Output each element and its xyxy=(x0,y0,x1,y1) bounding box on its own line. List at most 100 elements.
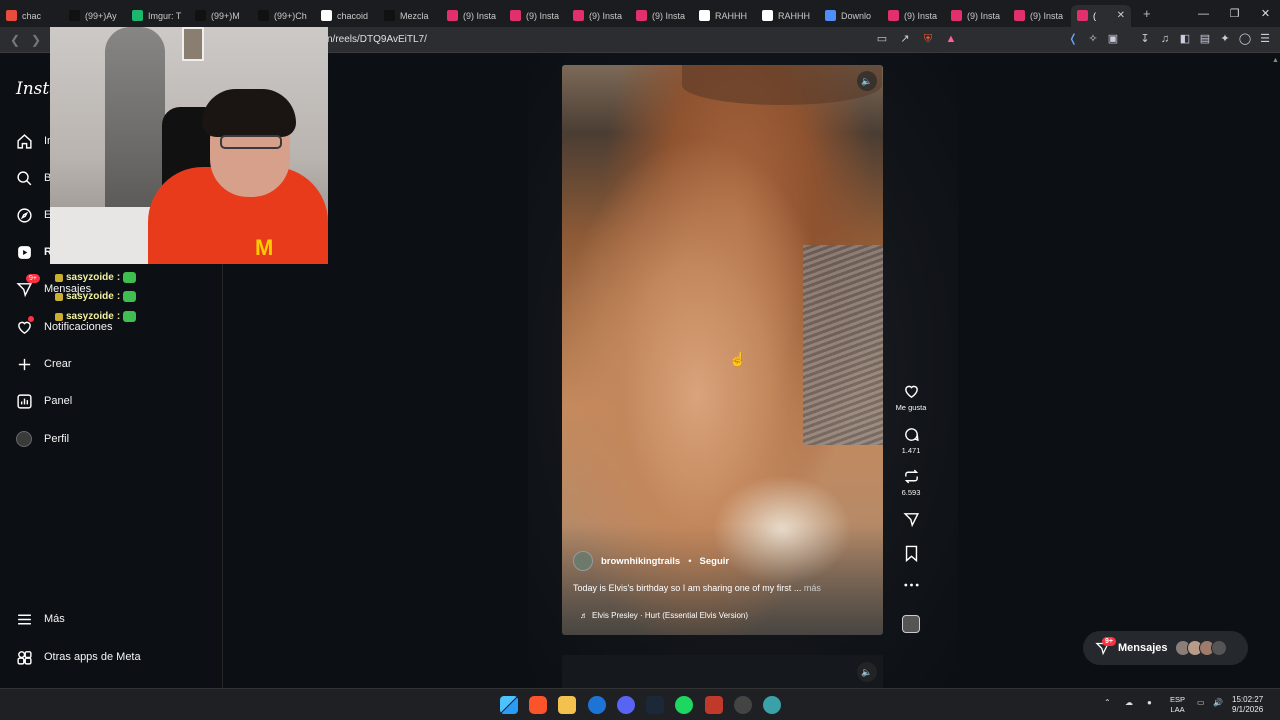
brave-icon[interactable] xyxy=(529,696,547,714)
browser-tab[interactable]: Mezcla xyxy=(378,5,441,27)
close-tab-icon[interactable]: ✕ xyxy=(1117,10,1125,21)
browser-tab[interactable]: (9) Insta xyxy=(504,5,567,27)
sidebar-item-explore[interactable]: E xyxy=(15,206,51,224)
save-button[interactable] xyxy=(890,545,932,562)
download-icon[interactable]: ↧ xyxy=(1138,32,1152,46)
recording-app-icon[interactable] xyxy=(705,696,723,714)
browser-tab[interactable]: (9) Insta xyxy=(882,5,945,27)
more-options-button[interactable] xyxy=(890,581,932,589)
browser-tab[interactable]: (99+)M xyxy=(189,5,252,27)
vpn-icon[interactable]: ◯ xyxy=(1238,32,1252,46)
browser-tab[interactable]: (9) Insta xyxy=(441,5,504,27)
messages-badge: 9+ xyxy=(26,274,40,283)
music-note-icon: ♬ xyxy=(580,611,588,620)
follow-button[interactable]: Seguir xyxy=(700,556,730,567)
volume-tray-icon[interactable]: 🔊 xyxy=(1213,698,1223,707)
restore-button[interactable]: ❐ xyxy=(1219,0,1250,27)
reel-author-row: brownhikingtrails • Seguir xyxy=(573,551,729,571)
tab-label: chacoid xyxy=(337,10,369,21)
search-icon xyxy=(15,169,33,187)
page-scrollbar[interactable]: ▲ xyxy=(1270,53,1280,688)
music-icon[interactable]: ♫ xyxy=(1158,32,1172,46)
mute-icon[interactable]: 🔈 xyxy=(857,71,877,91)
author-avatar[interactable] xyxy=(573,551,593,571)
author-name[interactable]: brownhikingtrails xyxy=(601,556,680,567)
reel-audio[interactable]: ♬ Elvis Presley · Hurt (Essential Elvis V… xyxy=(580,611,748,620)
sidebar-item-profile[interactable]: Perfil xyxy=(15,430,69,448)
caption-ellipsis: ... xyxy=(791,583,804,593)
browser-tab[interactable]: Downlo xyxy=(819,5,882,27)
capture-icon[interactable]: ▣ xyxy=(1106,32,1120,46)
repost-icon xyxy=(904,469,918,484)
network-tray-icon[interactable]: ☁ xyxy=(1125,698,1133,707)
start-button[interactable] xyxy=(500,696,518,714)
sidebar-item-home[interactable]: In xyxy=(15,132,53,150)
wallet-icon[interactable]: ▤ xyxy=(1198,32,1212,46)
leo-icon[interactable]: ✦ xyxy=(1218,32,1232,46)
steam-icon[interactable] xyxy=(646,696,664,714)
browser-tab[interactable]: (99+)Ay xyxy=(63,5,126,27)
url-field[interactable]: n/reels/DTQ9AvEiTL7/ xyxy=(327,34,427,45)
browser-tab[interactable]: Imgur: T xyxy=(126,5,189,27)
display-tray-icon[interactable]: ▭ xyxy=(1197,698,1205,707)
tab-label: Mezcla xyxy=(400,10,429,21)
sidebar-item-dashboard[interactable]: Panel xyxy=(15,392,72,410)
browser-tab[interactable]: chacoid xyxy=(315,5,378,27)
browser-tab[interactable]: (9) Insta xyxy=(1008,5,1071,27)
close-window-button[interactable]: ✕ xyxy=(1250,0,1280,27)
reel-caption[interactable]: Today is Elvis's birthday so I am sharin… xyxy=(573,583,821,593)
sidebar-item-more[interactable]: Más xyxy=(15,610,65,628)
sidebar-toggle-icon[interactable]: ◧ xyxy=(1178,32,1192,46)
tab-label: chac xyxy=(22,10,42,21)
new-tab-button[interactable]: + xyxy=(1143,6,1151,21)
share-button[interactable] xyxy=(890,511,932,528)
mic-tray-icon[interactable]: ● xyxy=(1147,698,1152,707)
brave-shield-icon[interactable]: ⛨ xyxy=(921,32,935,46)
sidebar-item-reels[interactable]: R xyxy=(15,243,52,261)
bing-icon[interactable] xyxy=(588,696,606,714)
like-button[interactable]: Me gusta xyxy=(890,383,932,412)
browser-tab[interactable]: (9) Insta xyxy=(567,5,630,27)
extensions-icon[interactable]: ✧ xyxy=(1086,32,1100,46)
minimize-button[interactable]: — xyxy=(1188,0,1219,27)
browser-app-icon[interactable] xyxy=(763,696,781,714)
forward-icon[interactable]: ❯ xyxy=(31,33,41,47)
browser-tab[interactable]: (✕ xyxy=(1071,4,1131,27)
browser-tab[interactable]: (99+)Ch xyxy=(252,5,315,27)
tab-label: (9) Insta xyxy=(463,10,497,21)
next-reel-preview[interactable] xyxy=(562,655,883,688)
screen-icon[interactable]: ▭ xyxy=(875,32,889,46)
author-separator: • xyxy=(688,555,692,567)
file-explorer-icon[interactable] xyxy=(558,696,576,714)
spotify-icon[interactable] xyxy=(675,696,693,714)
mute-icon[interactable]: 🔈 xyxy=(857,662,877,682)
back-icon[interactable]: ❮ xyxy=(10,33,20,47)
audio-thumbnail[interactable] xyxy=(902,615,920,633)
tray-chevron-icon[interactable]: ⌃ xyxy=(1104,698,1111,707)
repost-button[interactable]: 6.593 xyxy=(890,468,932,497)
rewards-icon[interactable]: ▲ xyxy=(944,32,958,46)
tab-label: (99+)Ch xyxy=(274,10,307,21)
browser-tab[interactable]: (9) Insta xyxy=(945,5,1008,27)
browser-tab[interactable]: RAHHH xyxy=(756,5,819,27)
browser-tab[interactable]: chac xyxy=(0,5,63,27)
comment-button[interactable]: 1.471 xyxy=(890,426,932,455)
messenger-icon: 9+ xyxy=(15,274,40,298)
obs-icon[interactable] xyxy=(734,696,752,714)
browser-tab[interactable]: RAHHH xyxy=(693,5,756,27)
system-clock[interactable]: 15:02:27 9/1/2026 xyxy=(1232,695,1263,715)
browser-tab[interactable]: (9) Insta xyxy=(630,5,693,27)
caption-more-link[interactable]: más xyxy=(804,583,821,593)
glasses xyxy=(220,135,282,149)
discord-icon[interactable] xyxy=(617,696,635,714)
sidebar-item-search[interactable]: B xyxy=(15,169,51,187)
reel-video[interactable]: 🔈 brownhikingtrails • Seguir Today is El… xyxy=(562,65,883,635)
scroll-up-icon[interactable]: ▲ xyxy=(1272,57,1279,67)
menu-icon[interactable]: ☰ xyxy=(1258,32,1272,46)
language-indicator[interactable]: ESP LAA xyxy=(1170,695,1185,715)
share-icon[interactable]: ↗ xyxy=(898,32,912,46)
audio-tab-icon[interactable]: ❬ xyxy=(1066,32,1080,46)
messages-pill[interactable]: 9+ Mensajes xyxy=(1083,631,1248,665)
sidebar-item-create[interactable]: Crear xyxy=(15,355,72,373)
sidebar-item-meta-apps[interactable]: Otras apps de Meta xyxy=(15,648,141,666)
